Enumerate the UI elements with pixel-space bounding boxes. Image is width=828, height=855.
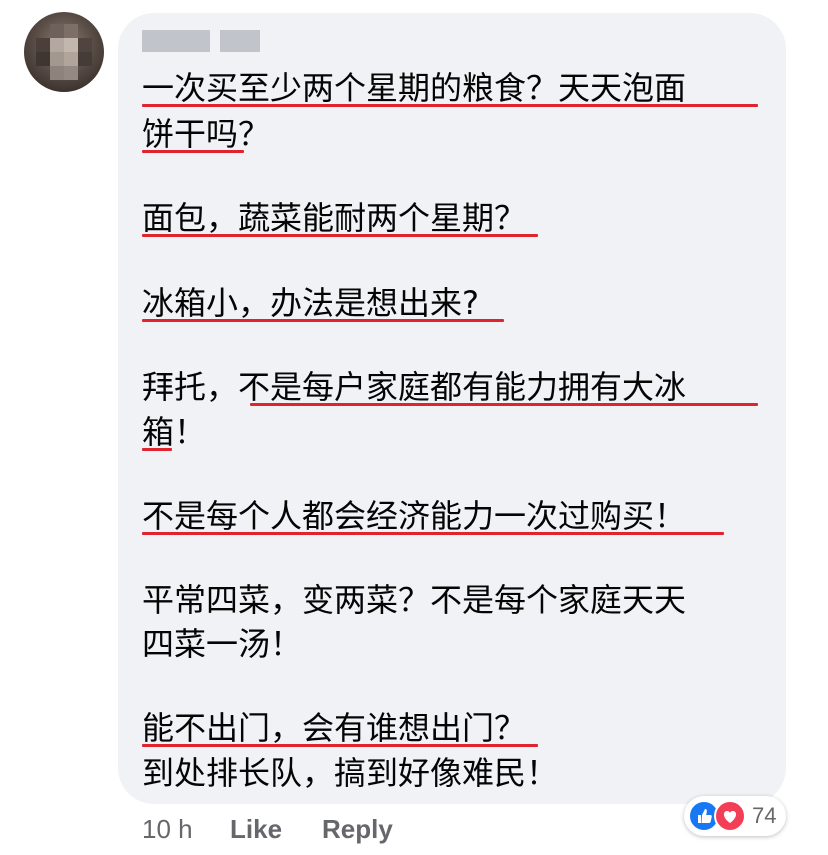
author-name-redacted[interactable] [142, 30, 260, 54]
comment-line: 平常四菜，变两菜？不是每个家庭天天 [142, 581, 687, 619]
comment-line: 饼干吗？ [142, 115, 271, 153]
comment-line: 四菜一汤！ [142, 625, 303, 663]
comment-line: 能不出门，会有谁想出门？ [142, 709, 527, 747]
comment-line: 拜托，不是每户家庭都有能力拥有大冰 [142, 368, 687, 406]
like-button[interactable]: Like [230, 812, 282, 846]
red-underline [142, 234, 538, 237]
reply-button[interactable]: Reply [322, 812, 393, 846]
comment-line: 箱！ [142, 413, 207, 451]
comment-timestamp[interactable]: 10 h [142, 812, 193, 846]
comment-line: 冰箱小，办法是想出来? [142, 284, 479, 322]
red-underline [142, 104, 758, 107]
red-underline [250, 403, 758, 406]
comment-line: 面包，蔬菜能耐两个星期？ [142, 199, 527, 237]
comment-line: 不是每个人都会经济能力一次过购买！ [142, 497, 687, 535]
red-underline [142, 150, 244, 153]
red-underline [142, 448, 172, 451]
reactions-summary[interactable]: 74 [684, 796, 786, 836]
heart-icon [714, 800, 746, 832]
red-underline [142, 319, 504, 322]
red-underline [142, 744, 538, 747]
red-underline [142, 532, 724, 535]
reaction-count: 74 [752, 803, 777, 828]
comment-line: 到处排长队，搞到好像难民！ [142, 754, 559, 792]
comment-line: 一次买至少两个星期的粮食？天天泡面 [142, 69, 687, 107]
avatar[interactable] [24, 12, 104, 92]
